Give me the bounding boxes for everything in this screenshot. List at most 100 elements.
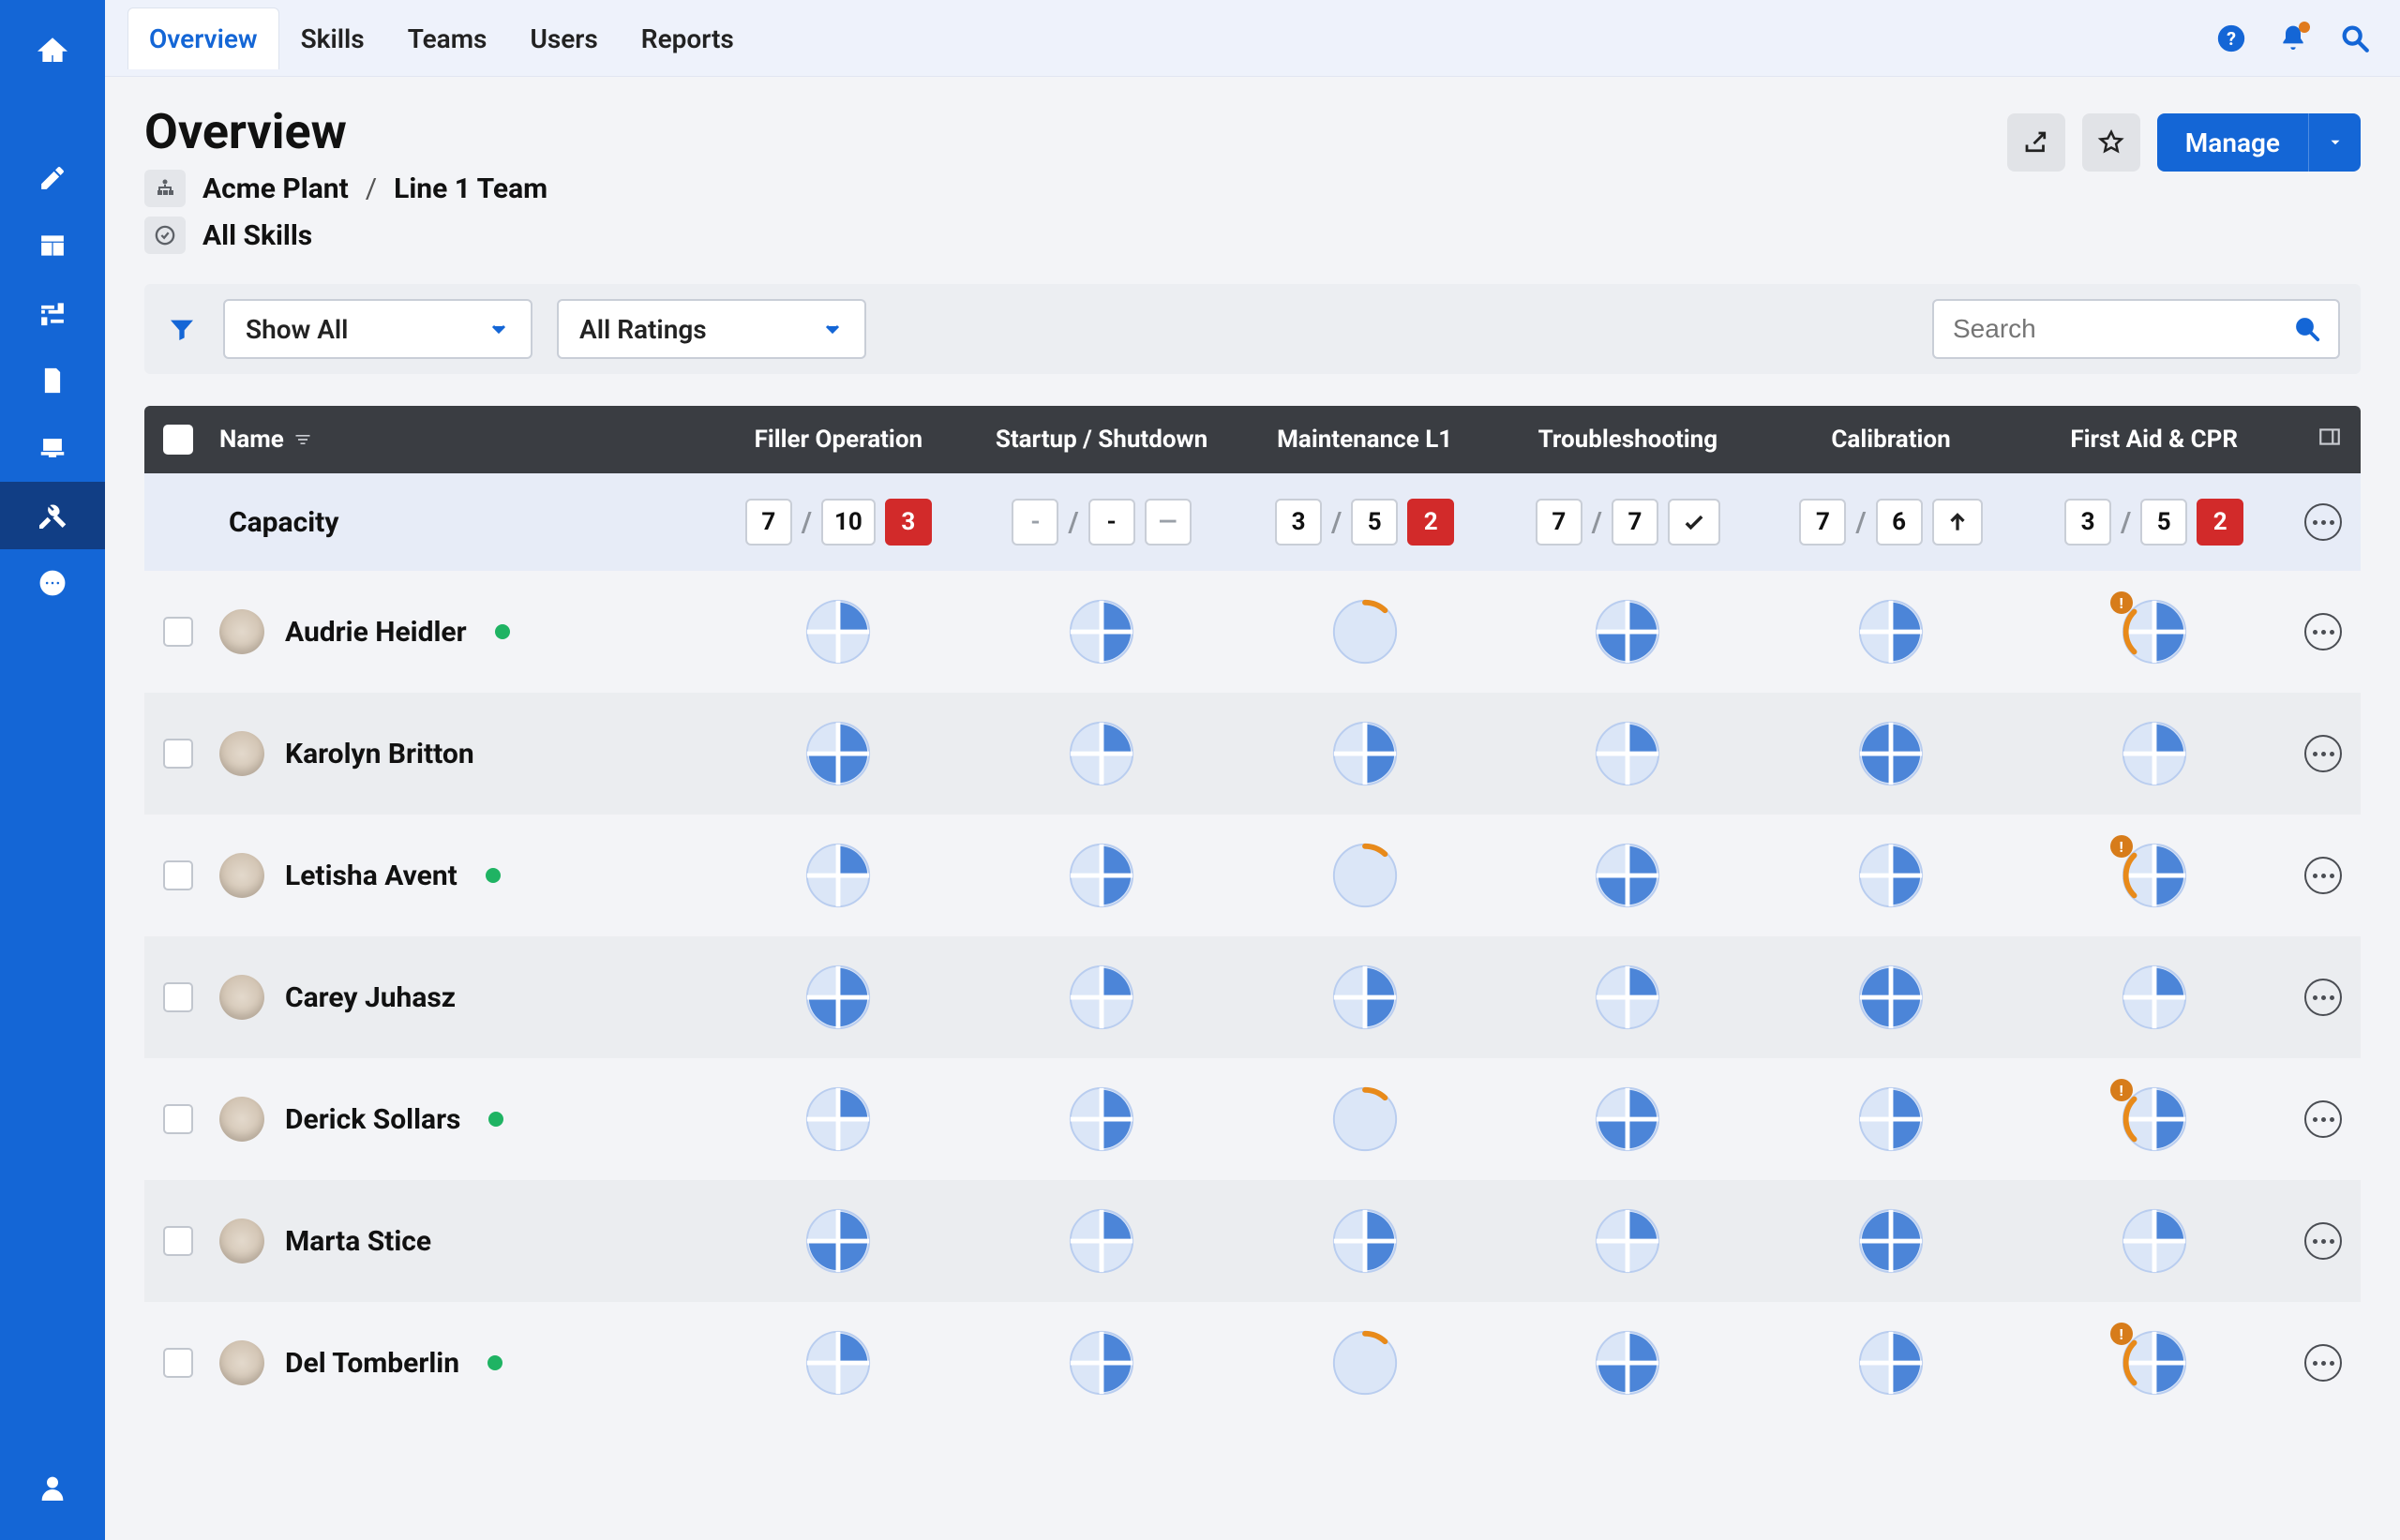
- rail-more[interactable]: [0, 549, 105, 617]
- skill-cell[interactable]: [970, 839, 1234, 912]
- tab-users[interactable]: Users: [508, 7, 619, 69]
- rail-account[interactable]: [0, 1454, 105, 1521]
- skill-cell[interactable]: [1496, 595, 1760, 668]
- skill-cell[interactable]: !: [2022, 839, 2286, 912]
- select-all-checkbox[interactable]: [163, 425, 193, 455]
- skill-cell[interactable]: [2022, 961, 2286, 1034]
- person-cell[interactable]: Marta Stice: [219, 1219, 707, 1263]
- row-checkbox[interactable]: [163, 1348, 193, 1378]
- skill-cell[interactable]: [1233, 1204, 1496, 1278]
- skill-cell[interactable]: [707, 717, 970, 790]
- skill-cell[interactable]: [1760, 839, 2023, 912]
- skill-cell[interactable]: [970, 1204, 1234, 1278]
- row-checkbox[interactable]: [163, 1104, 193, 1134]
- skill-cell[interactable]: [1496, 1083, 1760, 1156]
- tab-teams[interactable]: Teams: [386, 7, 509, 69]
- help-icon[interactable]: ?: [2209, 16, 2254, 61]
- capacity-delta[interactable]: 2: [1407, 499, 1454, 546]
- person-cell[interactable]: Derick Sollars: [219, 1097, 707, 1142]
- search-field[interactable]: [1951, 313, 2293, 345]
- person-cell[interactable]: Letisha Avent: [219, 853, 707, 898]
- capacity-target[interactable]: -: [1088, 499, 1135, 546]
- skill-cell[interactable]: [970, 1326, 1234, 1399]
- capacity-delta[interactable]: —: [1145, 499, 1192, 546]
- crumb-org[interactable]: Acme Plant: [202, 172, 349, 205]
- row-more[interactable]: [2304, 1222, 2342, 1260]
- skill-cell[interactable]: [707, 1204, 970, 1278]
- column-troubleshooting[interactable]: Troubleshooting: [1496, 426, 1760, 454]
- star-button[interactable]: [2082, 113, 2140, 172]
- capacity-target[interactable]: 7: [1612, 499, 1658, 546]
- row-checkbox[interactable]: [163, 617, 193, 647]
- skill-cell[interactable]: [1233, 839, 1496, 912]
- skill-cell[interactable]: [1760, 1326, 2023, 1399]
- skill-cell[interactable]: [1496, 717, 1760, 790]
- column-filler-operation[interactable]: Filler Operation: [707, 426, 970, 454]
- skill-cell[interactable]: [1496, 1204, 1760, 1278]
- skill-cell[interactable]: [1760, 717, 2023, 790]
- rail-report[interactable]: [0, 347, 105, 414]
- capacity-current[interactable]: 7: [1536, 499, 1582, 546]
- tab-skills[interactable]: Skills: [279, 7, 386, 69]
- skill-cell[interactable]: [707, 1326, 970, 1399]
- rail-table[interactable]: [0, 212, 105, 279]
- column-maintenance-l1[interactable]: Maintenance L1: [1233, 426, 1496, 454]
- capacity-current[interactable]: 3: [2064, 499, 2111, 546]
- search-input[interactable]: [1932, 299, 2340, 359]
- rail-home[interactable]: [0, 17, 105, 84]
- person-cell[interactable]: Karolyn Britton: [219, 731, 707, 776]
- column-startup-shutdown[interactable]: Startup / Shutdown: [970, 426, 1234, 454]
- capacity-more[interactable]: [2304, 503, 2342, 541]
- capacity-delta[interactable]: [1668, 499, 1720, 546]
- skill-cell[interactable]: [1496, 839, 1760, 912]
- skill-cell[interactable]: [1233, 595, 1496, 668]
- row-checkbox[interactable]: [163, 860, 193, 890]
- rail-training[interactable]: [0, 414, 105, 482]
- search-icon[interactable]: [2332, 16, 2378, 61]
- skill-cell[interactable]: !: [2022, 1083, 2286, 1156]
- skill-cell[interactable]: [707, 961, 970, 1034]
- capacity-target[interactable]: 10: [821, 499, 876, 546]
- capacity-target[interactable]: 6: [1876, 499, 1923, 546]
- skill-cell[interactable]: [1233, 1326, 1496, 1399]
- capacity-current[interactable]: 3: [1275, 499, 1322, 546]
- bell-icon[interactable]: [2271, 16, 2316, 61]
- skill-cell[interactable]: [970, 595, 1234, 668]
- capacity-delta[interactable]: 2: [2197, 499, 2243, 546]
- capacity-delta[interactable]: 3: [885, 499, 932, 546]
- capacity-current[interactable]: 7: [745, 499, 792, 546]
- tab-reports[interactable]: Reports: [620, 7, 756, 69]
- row-more[interactable]: [2304, 735, 2342, 772]
- skill-cell[interactable]: [970, 961, 1234, 1034]
- column-name[interactable]: Name: [219, 426, 707, 454]
- manage-caret[interactable]: [2308, 113, 2361, 172]
- person-cell[interactable]: Audrie Heidler: [219, 609, 707, 654]
- ratings-select[interactable]: All Ratings: [557, 299, 866, 359]
- skill-cell[interactable]: [707, 595, 970, 668]
- rail-tools[interactable]: [0, 482, 105, 549]
- row-more[interactable]: [2304, 613, 2342, 650]
- capacity-target[interactable]: 5: [1351, 499, 1398, 546]
- row-more[interactable]: [2304, 979, 2342, 1016]
- row-more[interactable]: [2304, 1100, 2342, 1138]
- skill-cell[interactable]: [707, 839, 970, 912]
- row-checkbox[interactable]: [163, 982, 193, 1012]
- skill-cell[interactable]: !: [2022, 1326, 2286, 1399]
- skill-cell[interactable]: [1496, 1326, 1760, 1399]
- row-checkbox[interactable]: [163, 1226, 193, 1256]
- skill-cell[interactable]: [1496, 961, 1760, 1034]
- skill-cell[interactable]: [1760, 961, 2023, 1034]
- skill-cell[interactable]: [1760, 1083, 2023, 1156]
- column-calibration[interactable]: Calibration: [1760, 426, 2023, 454]
- crumb-team[interactable]: Line 1 Team: [394, 172, 548, 205]
- rail-sliders[interactable]: [0, 279, 105, 347]
- tab-overview[interactable]: Overview: [128, 7, 279, 69]
- person-cell[interactable]: Carey Juhasz: [219, 975, 707, 1020]
- columns-icon[interactable]: [2318, 425, 2342, 449]
- skill-cell[interactable]: [970, 717, 1234, 790]
- skill-cell[interactable]: [1233, 1083, 1496, 1156]
- skill-cell[interactable]: [970, 1083, 1234, 1156]
- filter-icon[interactable]: [165, 312, 199, 346]
- capacity-current[interactable]: -: [1012, 499, 1058, 546]
- skill-cell[interactable]: [707, 1083, 970, 1156]
